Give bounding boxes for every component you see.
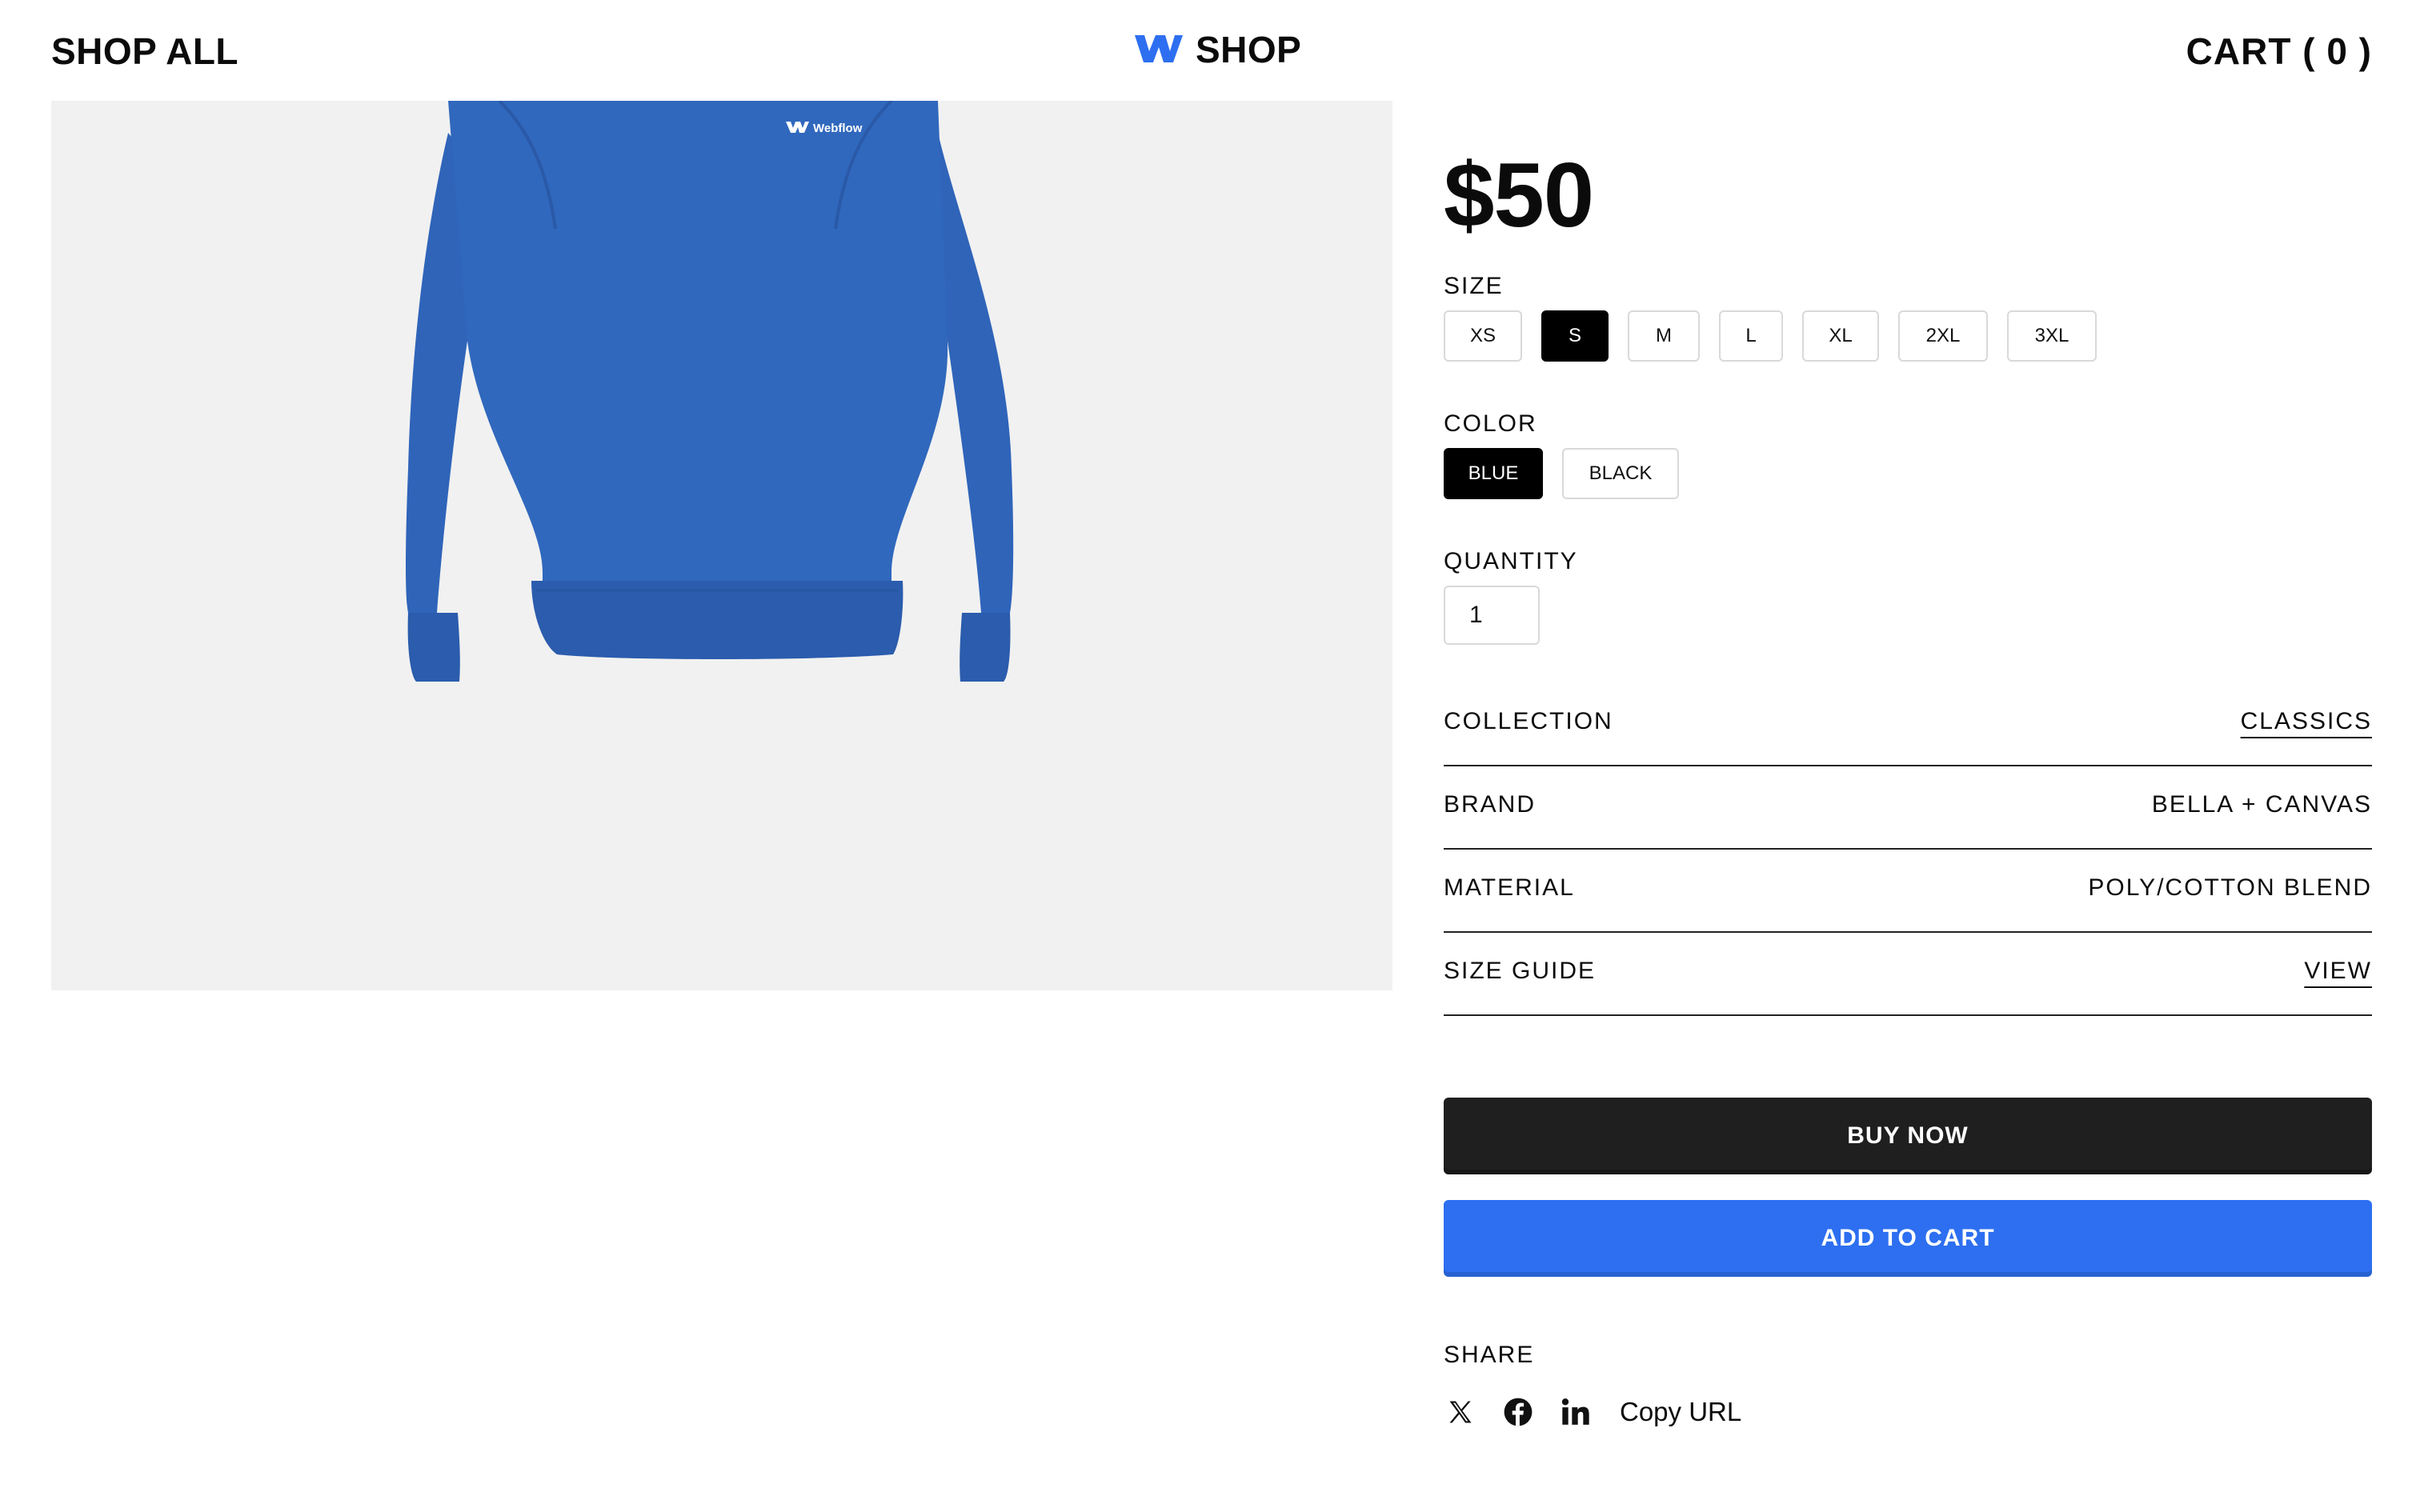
size-option-xs[interactable]: XS xyxy=(1444,310,1522,362)
collection-link[interactable]: CLASSICS xyxy=(2241,707,2372,736)
material-key: MATERIAL xyxy=(1444,874,1575,901)
size-option-m[interactable]: M xyxy=(1628,310,1700,362)
info-row-size-guide: SIZE GUIDE VIEW xyxy=(1444,933,2372,1016)
brand-key: BRAND xyxy=(1444,791,1537,818)
info-row-brand: BRAND BELLA + CANVAS xyxy=(1444,766,2372,850)
material-value: POLY/COTTON BLEND xyxy=(2088,874,2372,901)
facebook-icon[interactable] xyxy=(1501,1395,1535,1429)
linkedin-icon[interactable] xyxy=(1559,1395,1593,1429)
color-options: BLUE BLACK xyxy=(1444,448,1679,499)
size-options: XS S M L XL 2XL 3XL xyxy=(1444,310,2097,362)
color-label: COLOR xyxy=(1444,410,1537,437)
buy-now-button[interactable]: BUY NOW xyxy=(1444,1098,2372,1174)
shop-all-link[interactable]: SHOP ALL xyxy=(51,29,238,74)
size-option-s[interactable]: S xyxy=(1541,310,1609,362)
cart-count: ( 0 ) xyxy=(2302,30,2372,72)
product-image: Webflow xyxy=(51,101,1392,990)
brand-value: BELLA + CANVAS xyxy=(2151,791,2372,818)
color-option-black[interactable]: BLACK xyxy=(1562,448,1679,499)
collection-key: COLLECTION xyxy=(1444,708,1613,734)
info-row-collection: COLLECTION CLASSICS xyxy=(1444,683,2372,766)
cart-button[interactable]: CART ( 0 ) xyxy=(2186,29,2372,74)
brand-text: SHOP xyxy=(1196,29,1302,70)
size-option-2xl[interactable]: 2XL xyxy=(1898,310,1988,362)
cart-label: CART xyxy=(2186,30,2292,72)
chest-logo-text: Webflow xyxy=(813,122,863,135)
add-to-cart-button[interactable]: ADD TO CART xyxy=(1444,1200,2372,1277)
share-label: SHARE xyxy=(1444,1342,1535,1368)
quantity-label: QUANTITY xyxy=(1444,548,1578,574)
site-header: SHOP ALL SHOP CART ( 0 ) xyxy=(0,0,2420,101)
x-icon[interactable] xyxy=(1444,1395,1477,1429)
quantity-input[interactable] xyxy=(1444,586,1540,645)
size-guide-key: SIZE GUIDE xyxy=(1444,958,1597,984)
size-guide-view-link[interactable]: VIEW xyxy=(2304,957,2372,986)
size-option-l[interactable]: L xyxy=(1719,310,1783,362)
brand-home-link[interactable]: SHOP xyxy=(1132,27,1301,72)
color-option-blue[interactable]: BLUE xyxy=(1444,448,1543,499)
size-option-xl[interactable]: XL xyxy=(1802,310,1879,362)
size-option-3xl[interactable]: 3XL xyxy=(2007,310,2097,362)
webflow-logo-icon xyxy=(1132,32,1184,68)
info-row-material: MATERIAL POLY/COTTON BLEND xyxy=(1444,850,2372,933)
product-price: $50 xyxy=(1444,145,1594,246)
sweatshirt-illustration: Webflow xyxy=(406,101,1014,682)
copy-url-link[interactable]: Copy URL xyxy=(1620,1397,1741,1427)
share-links: Copy URL xyxy=(1444,1395,1741,1429)
size-label: SIZE xyxy=(1444,273,1504,299)
